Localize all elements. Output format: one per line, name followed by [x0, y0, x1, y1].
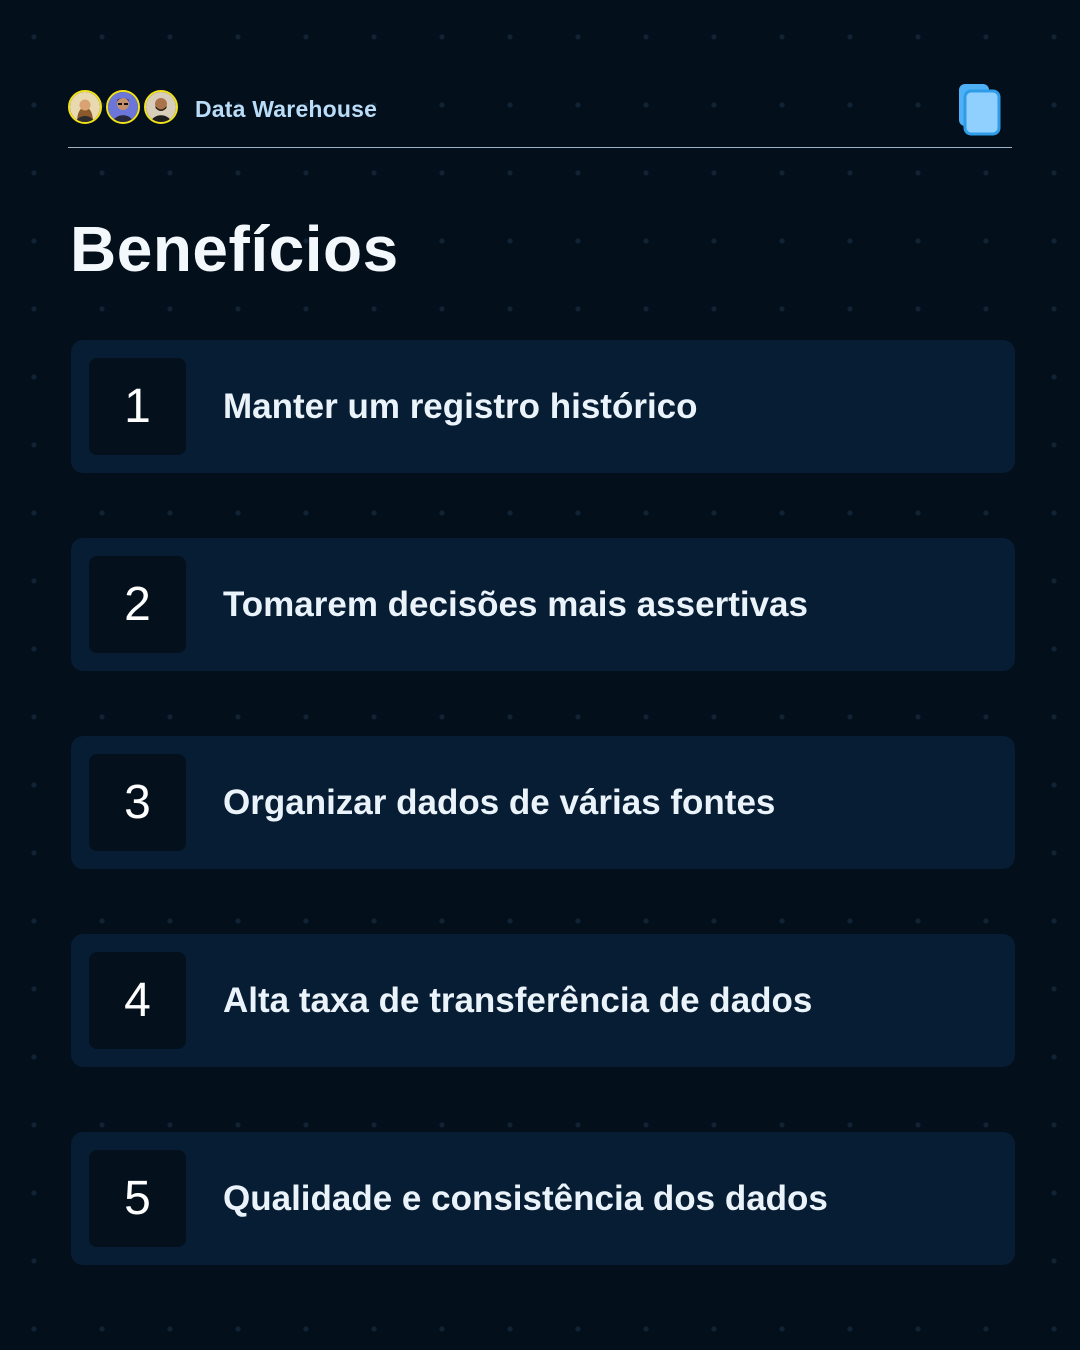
item-text: Tomarem decisões mais assertivas	[223, 584, 808, 624]
list-item: 3 Organizar dados de várias fontes	[71, 736, 1015, 869]
list-item: 4 Alta taxa de transferência de dados	[71, 934, 1015, 1067]
avatar	[68, 90, 102, 124]
list-item: 5 Qualidade e consistência dos dados	[71, 1132, 1015, 1265]
item-number: 5	[89, 1150, 186, 1247]
avatar	[106, 90, 140, 124]
item-number: 3	[89, 754, 186, 851]
copy-pages-icon	[956, 82, 1002, 136]
avatar-group	[68, 90, 182, 124]
brand-title: Data Warehouse	[195, 96, 378, 122]
item-text: Qualidade e consistência dos dados	[223, 1178, 828, 1218]
item-number: 1	[89, 358, 186, 455]
item-number: 4	[89, 952, 186, 1049]
header-bar: Data Warehouse	[68, 84, 1012, 148]
item-number: 2	[89, 556, 186, 653]
item-text: Alta taxa de transferência de dados	[223, 980, 813, 1020]
page-title: Benefícios	[70, 213, 399, 285]
list-item: 2 Tomarem decisões mais assertivas	[71, 538, 1015, 671]
list-item: 1 Manter um registro histórico	[71, 340, 1015, 473]
item-text: Manter um registro histórico	[223, 386, 698, 426]
avatar	[144, 90, 178, 124]
item-text: Organizar dados de várias fontes	[223, 782, 776, 822]
